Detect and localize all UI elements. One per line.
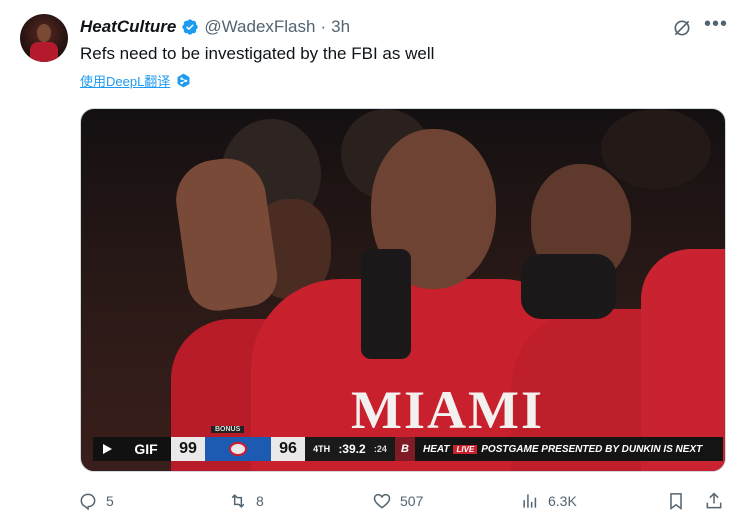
play-icon xyxy=(103,444,112,454)
deepl-icon[interactable] xyxy=(176,73,191,88)
views-count: 6.3K xyxy=(548,493,577,509)
avatar[interactable] xyxy=(20,14,68,62)
jersey-miami-text: MIAMI xyxy=(351,380,544,440)
repost-icon xyxy=(231,494,245,508)
tweet-header: HeatCulture @WadexFlash · 3h xyxy=(80,16,350,38)
tweet-text: Refs need to be investigated by the FBI … xyxy=(80,44,435,63)
game-clock: 4TH :39.2 :24 xyxy=(305,437,395,461)
sixers-ball-icon xyxy=(229,442,247,456)
like-button[interactable]: 507 xyxy=(372,488,423,514)
clock-time: :39.2 xyxy=(338,442,366,456)
handle[interactable]: @WadexFlash xyxy=(204,17,315,37)
reply-button[interactable]: 5 xyxy=(78,488,114,514)
views-button[interactable]: 6.3K xyxy=(520,488,577,514)
avatar-jersey xyxy=(30,42,58,62)
separator: · xyxy=(320,17,327,36)
ticker-team: HEAT xyxy=(423,443,450,455)
bg-crowd-3 xyxy=(601,109,711,189)
like-icon xyxy=(373,493,391,509)
heat-score-value: 99 xyxy=(179,440,197,457)
display-name[interactable]: HeatCulture xyxy=(80,17,176,37)
grok-icon[interactable] xyxy=(672,18,692,38)
views-icon xyxy=(523,494,537,508)
broadcast-brand-mark: B xyxy=(395,437,415,461)
translate-row: 使用DeepL翻译 xyxy=(80,71,191,90)
hanging-mask xyxy=(361,249,411,359)
share-button[interactable] xyxy=(704,488,724,514)
ticker-live-tag: LIVE xyxy=(453,444,478,454)
shot-clock: :24 xyxy=(373,444,387,454)
sixers-logo xyxy=(205,437,271,461)
media-gif[interactable]: MIAMI GIF 99 BONUS 96 4TH :39.2 :24 B HE… xyxy=(80,108,726,472)
bookmark-icon xyxy=(670,493,682,510)
like-count: 507 xyxy=(400,493,424,509)
play-button[interactable] xyxy=(93,437,121,461)
quarter: 4TH xyxy=(313,444,331,454)
ticker-text: POSTGAME PRESENTED BY DUNKIN IS NEXT xyxy=(481,443,703,455)
more-icon[interactable]: ••• xyxy=(704,14,728,34)
heat-score: 99 BONUS xyxy=(171,426,245,461)
reply-count: 5 xyxy=(106,493,114,509)
timestamp[interactable]: 3h xyxy=(331,17,350,37)
verified-badge-icon[interactable] xyxy=(181,18,199,36)
gif-badge: GIF xyxy=(121,437,171,461)
sixers-score: 96 xyxy=(271,437,305,461)
translate-link[interactable]: 使用DeepL翻译 xyxy=(80,71,170,90)
avatar-head xyxy=(37,24,51,42)
ticker: HEAT LIVE POSTGAME PRESENTED BY DUNKIN I… xyxy=(415,437,723,461)
repost-count: 8 xyxy=(256,493,264,509)
share-icon xyxy=(706,492,722,509)
action-bar: 5 8 507 6.3K xyxy=(78,488,728,514)
player-right-mask xyxy=(521,254,616,319)
reply-icon xyxy=(80,493,96,511)
gif-frame: MIAMI xyxy=(81,109,725,471)
repost-button[interactable]: 8 xyxy=(228,488,264,514)
scoreboard: GIF 99 BONUS 96 4TH :39.2 :24 B HEAT LIV… xyxy=(93,426,723,461)
bookmark-button[interactable] xyxy=(666,488,686,514)
bonus-label: BONUS xyxy=(211,426,245,433)
